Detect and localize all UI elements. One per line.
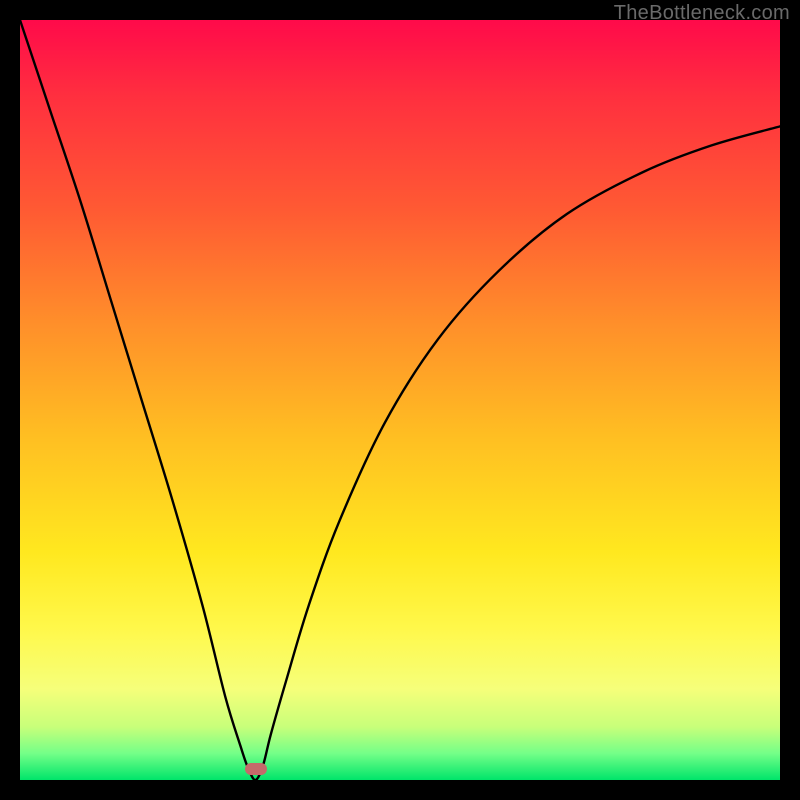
optimum-marker <box>245 763 267 775</box>
plot-area <box>20 20 780 780</box>
chart-frame: TheBottleneck.com <box>0 0 800 800</box>
bottleneck-curve <box>20 20 780 780</box>
curve-layer <box>20 20 780 780</box>
